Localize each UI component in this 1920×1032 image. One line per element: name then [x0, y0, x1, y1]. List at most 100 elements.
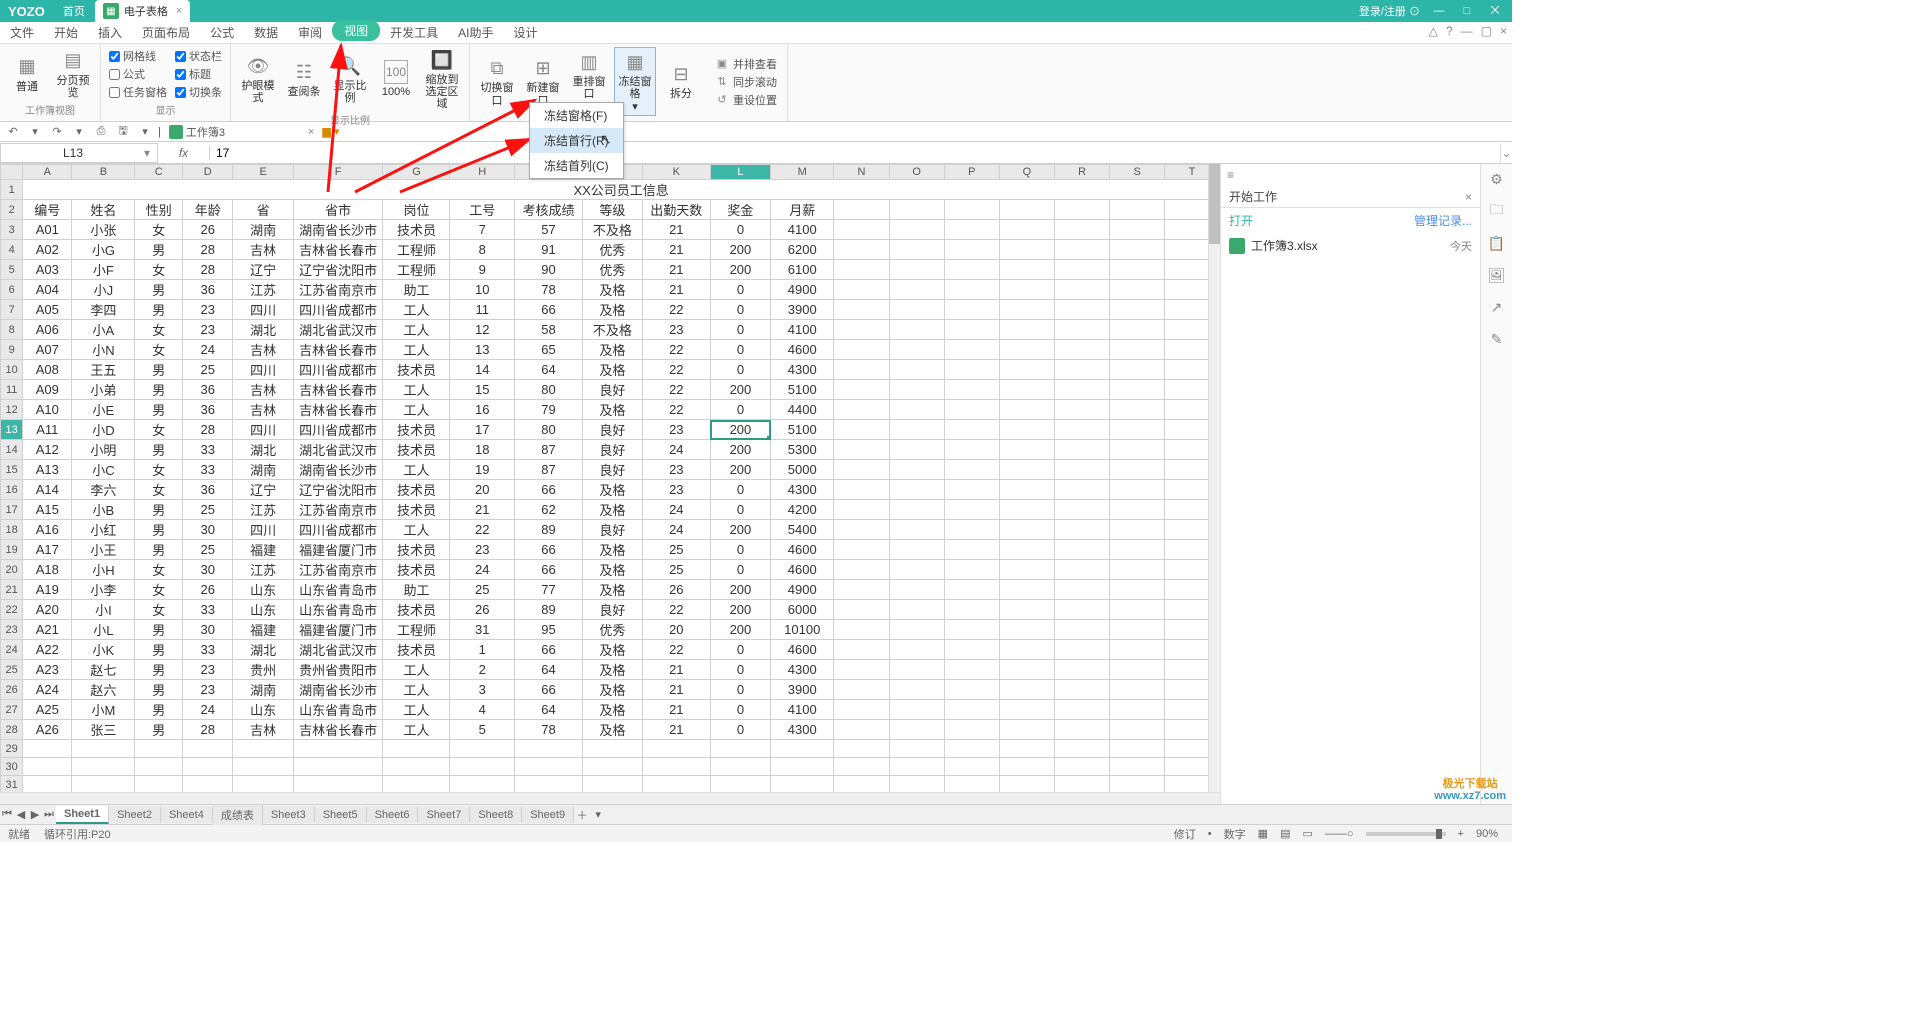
cell[interactable]: 李六	[72, 480, 135, 500]
cell[interactable]	[1110, 440, 1165, 460]
cell[interactable]: 21	[642, 700, 710, 720]
cell[interactable]: 0	[710, 560, 770, 580]
row-header[interactable]: 4	[1, 240, 23, 260]
cell[interactable]: 0	[710, 640, 770, 660]
cell[interactable]	[1055, 620, 1110, 640]
insert-function-button[interactable]: fx	[158, 146, 210, 160]
cell[interactable]	[1055, 540, 1110, 560]
cell[interactable]	[1110, 240, 1165, 260]
cell[interactable]: 等级	[582, 200, 642, 220]
cell[interactable]: 女	[135, 320, 183, 340]
cell[interactable]: 78	[515, 280, 583, 300]
cell[interactable]	[944, 600, 999, 620]
cell[interactable]: 优秀	[582, 620, 642, 640]
cell[interactable]: 小红	[72, 520, 135, 540]
cell[interactable]: 姓名	[72, 200, 135, 220]
cell[interactable]: 26	[183, 220, 233, 240]
cell[interactable]	[999, 580, 1054, 600]
cell[interactable]	[1110, 720, 1165, 740]
row-header[interactable]: 15	[1, 460, 23, 480]
cell[interactable]: A07	[23, 340, 72, 360]
row-header[interactable]: 27	[1, 700, 23, 720]
cell[interactable]: 64	[515, 700, 583, 720]
cell[interactable]	[999, 520, 1054, 540]
cell[interactable]: 小F	[72, 260, 135, 280]
cell[interactable]	[834, 300, 889, 320]
sheet-nav-next-icon[interactable]: ▶	[28, 808, 42, 821]
cell[interactable]: 91	[515, 240, 583, 260]
cell[interactable]: 性别	[135, 200, 183, 220]
cell[interactable]	[834, 500, 889, 520]
cell[interactable]	[834, 220, 889, 240]
cell[interactable]	[999, 480, 1054, 500]
cell[interactable]: A01	[23, 220, 72, 240]
cell[interactable]	[771, 740, 834, 758]
cell[interactable]: A09	[23, 380, 72, 400]
cell[interactable]	[1055, 480, 1110, 500]
cell[interactable]	[834, 700, 889, 720]
cell[interactable]	[999, 440, 1054, 460]
zoom-slider[interactable]	[1366, 832, 1446, 836]
cell[interactable]: 5100	[771, 420, 834, 440]
menu-formula[interactable]: 公式	[200, 22, 244, 43]
cell[interactable]	[1110, 380, 1165, 400]
column-header[interactable]: O	[889, 165, 944, 180]
cell[interactable]	[889, 280, 944, 300]
cell[interactable]: 21	[642, 720, 710, 740]
cell[interactable]: 湖北	[233, 320, 293, 340]
cell[interactable]: 26	[450, 600, 515, 620]
cell[interactable]	[23, 776, 72, 793]
cell[interactable]: A02	[23, 240, 72, 260]
cell[interactable]: 辽宁	[233, 480, 293, 500]
redo-dropdown-icon[interactable]: ▾	[70, 125, 88, 138]
cell[interactable]: 21	[642, 220, 710, 240]
column-header[interactable]: D	[183, 165, 233, 180]
cell[interactable]: 良好	[582, 420, 642, 440]
cell[interactable]: 福建	[233, 540, 293, 560]
cell[interactable]: 四川省成都市	[293, 520, 383, 540]
cell[interactable]: 男	[135, 440, 183, 460]
cell[interactable]: 辽宁省沈阳市	[293, 260, 383, 280]
cell[interactable]: 技术员	[383, 540, 450, 560]
cell[interactable]	[834, 540, 889, 560]
cell[interactable]: 36	[183, 480, 233, 500]
cell[interactable]: 男	[135, 400, 183, 420]
cell[interactable]	[642, 758, 710, 776]
cell[interactable]: 0	[710, 720, 770, 740]
cell[interactable]: 女	[135, 600, 183, 620]
cell[interactable]	[1055, 520, 1110, 540]
cell[interactable]: 赵六	[72, 680, 135, 700]
column-header[interactable]: A	[23, 165, 72, 180]
cell[interactable]	[183, 758, 233, 776]
cell[interactable]	[1055, 360, 1110, 380]
cell[interactable]	[889, 320, 944, 340]
undo-button[interactable]: ↶	[4, 125, 22, 138]
gridlines-checkbox[interactable]: 网格线	[109, 48, 167, 64]
cell[interactable]: 福建	[233, 620, 293, 640]
cell[interactable]	[889, 740, 944, 758]
cell[interactable]	[889, 720, 944, 740]
grid-area[interactable]: ABCDEFGHIJKLMNOPQRST1XX公司员工信息2编号姓名性别年龄省省…	[0, 164, 1220, 792]
cell[interactable]: A08	[23, 360, 72, 380]
cell[interactable]: 25	[642, 540, 710, 560]
cell[interactable]: 25	[183, 360, 233, 380]
cell[interactable]: 小L	[72, 620, 135, 640]
cell[interactable]: 及格	[582, 700, 642, 720]
cell[interactable]: 80	[515, 380, 583, 400]
cell[interactable]: 33	[183, 640, 233, 660]
cell[interactable]	[1055, 758, 1110, 776]
cell[interactable]: 男	[135, 720, 183, 740]
cell[interactable]: 男	[135, 660, 183, 680]
cell[interactable]	[834, 400, 889, 420]
cell[interactable]: 山东省青岛市	[293, 700, 383, 720]
cell[interactable]	[834, 240, 889, 260]
cell[interactable]: 0	[710, 220, 770, 240]
cell[interactable]: 4900	[771, 580, 834, 600]
cell[interactable]: 工人	[383, 720, 450, 740]
cell[interactable]	[642, 776, 710, 793]
cell[interactable]: A16	[23, 520, 72, 540]
open-link[interactable]: 打开	[1229, 212, 1253, 229]
cell[interactable]: 编号	[23, 200, 72, 220]
cell[interactable]	[944, 520, 999, 540]
row-header[interactable]: 12	[1, 400, 23, 420]
